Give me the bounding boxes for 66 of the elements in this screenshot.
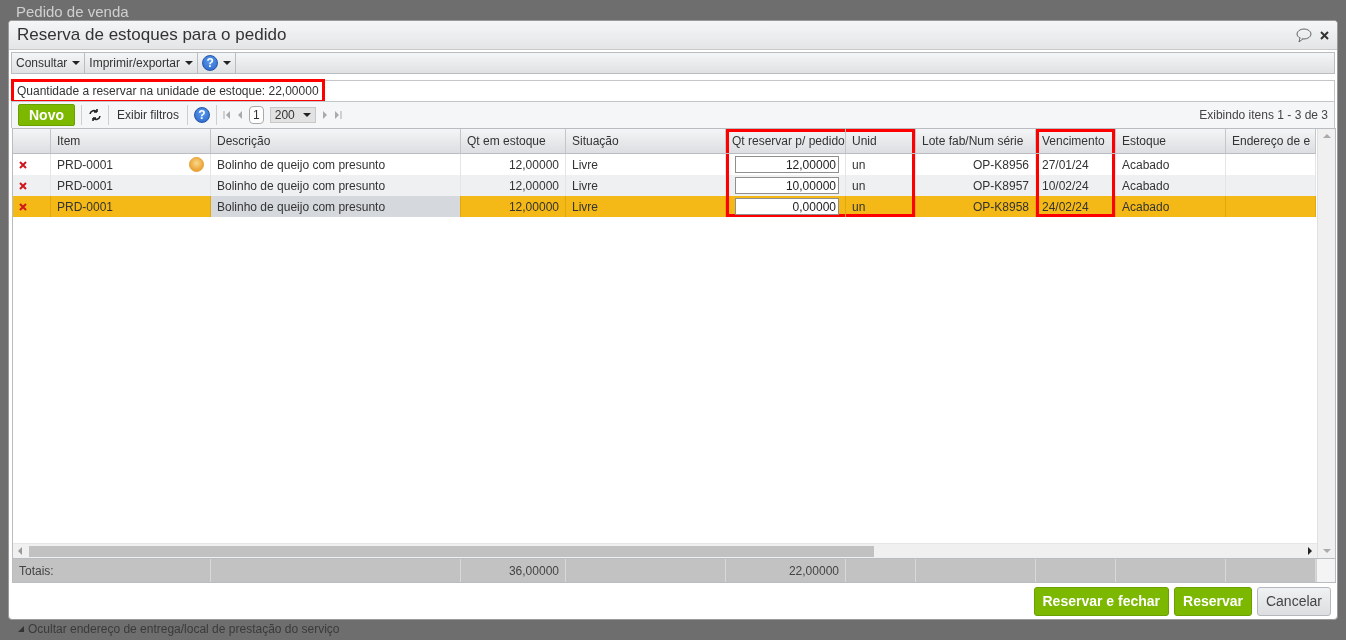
table-cell: 12,00000 xyxy=(461,196,566,217)
table-cell: Livre xyxy=(566,196,726,217)
filters-button[interactable]: Exibir filtros xyxy=(115,108,181,122)
table-cell: Livre xyxy=(566,175,726,196)
chat-icon[interactable] xyxy=(1296,27,1312,43)
column-header[interactable]: Estoque xyxy=(1116,129,1226,154)
delete-icon[interactable] xyxy=(19,202,27,211)
column-header[interactable]: Vencimento xyxy=(1036,129,1116,154)
caret-icon[interactable] xyxy=(302,113,311,117)
table-cell: 24/02/24 xyxy=(1036,196,1116,217)
column-header[interactable]: Situação xyxy=(566,129,726,154)
first-page-icon[interactable] xyxy=(223,111,231,119)
scroll-right-icon[interactable] xyxy=(1307,547,1313,555)
close-icon[interactable] xyxy=(1320,30,1329,40)
table-cell: 10/02/24 xyxy=(1036,175,1116,196)
column-header[interactable]: Descrição xyxy=(211,129,461,154)
window-title: Pedido de venda xyxy=(16,4,129,20)
pagination-status: Exibindo itens 1 - 3 de 3 xyxy=(1199,108,1328,122)
vertical-scrollbar[interactable] xyxy=(1317,129,1335,558)
cell-text: PRD-0001 xyxy=(57,157,114,172)
dialog-title: Reserva de estoques para o pedido xyxy=(17,25,288,45)
caret-icon[interactable] xyxy=(185,61,194,65)
caret-icon[interactable] xyxy=(72,61,81,65)
table-cell: Acabado xyxy=(1116,196,1226,217)
last-page-icon[interactable] xyxy=(333,111,342,119)
table-cell: 12,00000 xyxy=(461,175,566,196)
refresh-icon[interactable] xyxy=(88,108,102,122)
totals-label: Totais: xyxy=(13,559,211,582)
table-cell: Bolinho de queijo com presunto xyxy=(211,175,461,196)
table-cell: un xyxy=(846,175,916,196)
delete-icon[interactable] xyxy=(19,181,27,190)
input-field[interactable]: 12,00000 xyxy=(735,156,839,173)
table-cell: Acabado xyxy=(1116,175,1226,196)
scrollbar-thumb[interactable] xyxy=(29,545,874,557)
total-cell: 36,00000 xyxy=(461,559,566,582)
scroll-left-icon[interactable] xyxy=(17,547,23,555)
column-header[interactable]: Endereço de e xyxy=(1226,129,1316,154)
table-cell: PRD-0001 xyxy=(51,175,211,196)
next-page-icon[interactable] xyxy=(321,111,328,119)
column-header[interactable]: Qt em estoque xyxy=(461,129,566,154)
triangle-icon[interactable] xyxy=(18,626,24,632)
column-header[interactable]: Qt reservar p/ pedido xyxy=(726,129,846,154)
total-cell: 22,00000 xyxy=(726,559,846,582)
previous-page-icon[interactable] xyxy=(237,111,243,119)
page-field[interactable]: 1 xyxy=(249,106,264,124)
table-cell: OP-K8957 xyxy=(916,175,1036,196)
page-size-dropdown[interactable]: 200 xyxy=(269,107,316,123)
scroll-up-icon[interactable] xyxy=(1322,133,1331,139)
table-cell: PRD-0001 xyxy=(51,196,211,217)
table-cell: OP-K8958 xyxy=(916,196,1036,217)
table-cell: un xyxy=(846,196,916,217)
input-field[interactable]: 0,00000 xyxy=(735,198,839,215)
input-field[interactable]: 10,00000 xyxy=(735,177,839,194)
caret-icon[interactable] xyxy=(223,61,232,65)
menu-dropdown[interactable]: Imprimir/exportar xyxy=(85,53,199,73)
scroll-down-icon[interactable] xyxy=(1322,548,1331,554)
horizontal-scrollbar[interactable] xyxy=(13,543,1317,558)
column-header[interactable]: Item xyxy=(51,129,211,154)
delete-icon[interactable] xyxy=(19,160,27,169)
table-cell[interactable] xyxy=(13,196,51,217)
menu-dropdown[interactable]: Consultar xyxy=(12,53,86,73)
column-header[interactable]: Lote fab/Num série xyxy=(916,129,1036,154)
table-cell: 27/01/24 xyxy=(1036,154,1116,175)
column-header[interactable]: Unid xyxy=(846,129,916,154)
action-button[interactable]: Cancelar xyxy=(1256,586,1331,616)
table-cell: Bolinho de queijo com presunto xyxy=(211,196,461,217)
